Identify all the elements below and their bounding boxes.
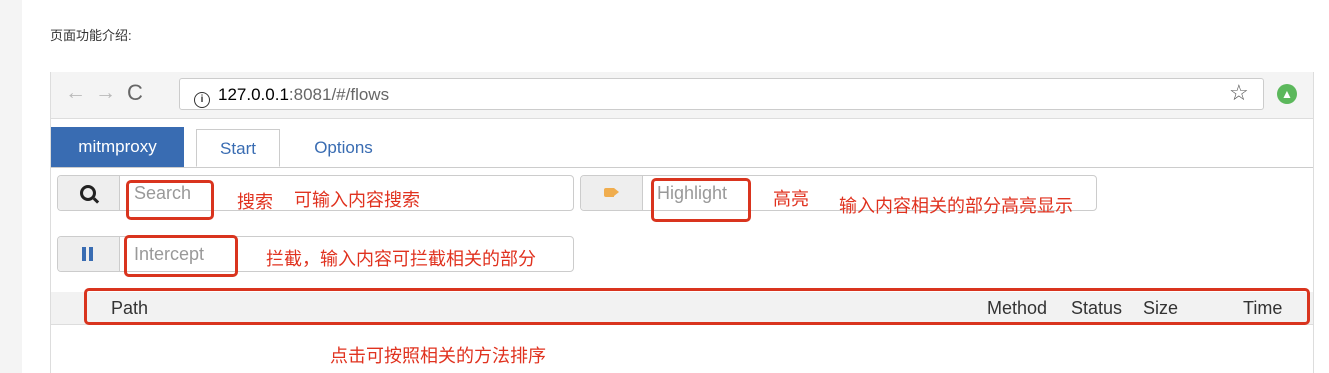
highlight-addon	[581, 176, 643, 210]
browser-toolbar: ← → C i 127.0.0.1:8081/#/flows ☆ ▲	[51, 72, 1313, 119]
pause-icon	[82, 247, 86, 261]
annotation-search: 搜索	[237, 192, 273, 212]
page-side-strip	[0, 0, 22, 373]
back-icon[interactable]: ←	[65, 81, 86, 105]
tab-options[interactable]: Options	[296, 129, 391, 167]
forward-icon[interactable]: →	[95, 81, 116, 105]
url-path: :8081/#/flows	[288, 85, 390, 104]
main-tabs: mitmproxy Start Options	[51, 127, 1313, 168]
annotation-search-desc: 可输入内容搜索	[294, 190, 420, 210]
address-bar[interactable]: i 127.0.0.1:8081/#/flows	[179, 78, 1264, 110]
intercept-addon	[58, 237, 120, 271]
annotation-intercept: 拦截，输入内容可拦截相关的部分	[266, 249, 536, 269]
search-highlight-box	[126, 180, 214, 220]
highlight-highlight-box	[651, 178, 751, 222]
tag-icon	[604, 188, 619, 197]
brand-tab[interactable]: mitmproxy	[51, 127, 184, 167]
info-icon[interactable]: i	[194, 92, 210, 108]
browser-window: ← → C i 127.0.0.1:8081/#/flows ☆ ▲ mitmpr…	[50, 72, 1314, 373]
star-icon[interactable]: ☆	[1229, 80, 1249, 106]
tab-start[interactable]: Start	[196, 129, 280, 167]
intro-text: 页面功能介绍:	[50, 28, 132, 43]
reload-icon[interactable]: C	[127, 80, 143, 106]
search-addon	[58, 176, 120, 210]
extension-icon[interactable]: ▲	[1277, 84, 1297, 104]
annotation-sort: 点击可按照相关的方法排序	[330, 346, 546, 366]
header-highlight-box	[84, 288, 1310, 325]
search-icon	[80, 185, 96, 201]
intercept-highlight-box	[124, 235, 238, 277]
url-host: 127.0.0.1	[218, 85, 289, 104]
annotation-highlight: 高亮	[773, 189, 809, 209]
annotation-highlight-desc: 输入内容相关的部分高亮显示	[839, 196, 1073, 216]
